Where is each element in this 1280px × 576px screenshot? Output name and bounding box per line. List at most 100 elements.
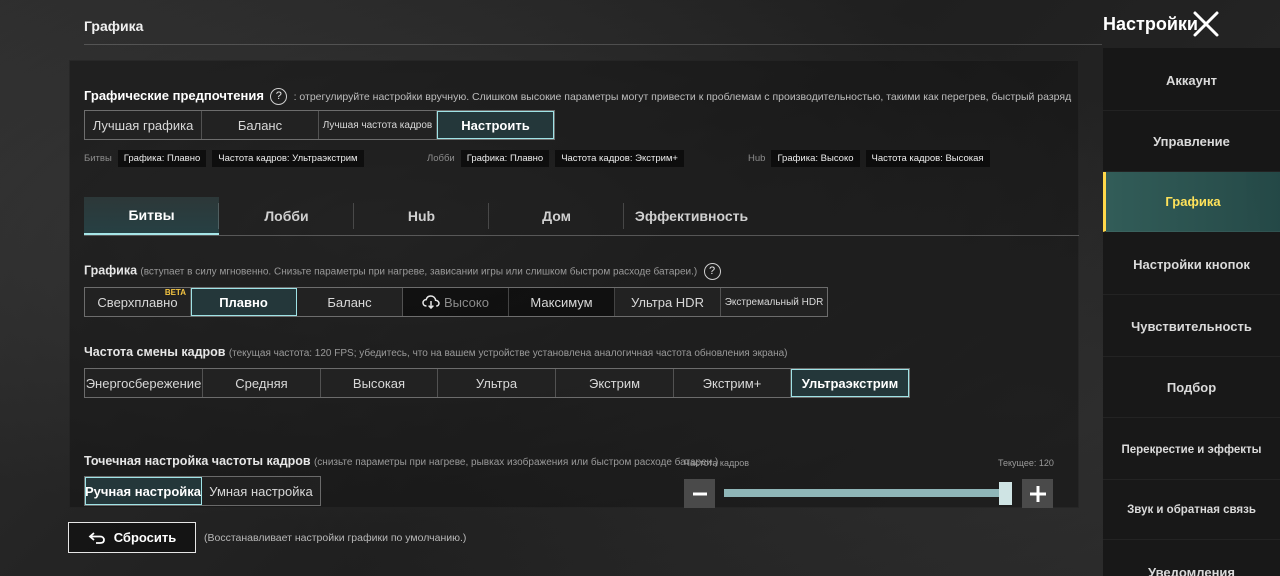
finetune-manual[interactable]: Ручная настройка bbox=[85, 477, 202, 505]
finetune-description: (снизьте параметры при нагреве, рывках и… bbox=[313, 457, 719, 468]
graphics-balance[interactable]: Баланс bbox=[297, 288, 403, 316]
preset-custom[interactable]: Настроить bbox=[437, 111, 554, 139]
framerate-slider-track[interactable] bbox=[724, 489, 1008, 497]
graphics-smooth[interactable]: Плавно bbox=[191, 288, 297, 316]
fps-power-saving[interactable]: Энергосбережение bbox=[85, 369, 203, 397]
sidebar-item-graphics[interactable]: Графика bbox=[1103, 172, 1280, 232]
option-label: Максимум bbox=[530, 294, 593, 310]
framerate-selector: Энергосбережение Средняя Высокая Ультра … bbox=[84, 368, 910, 398]
settings-sidebar: Аккаунт Управление Графика Настройки кно… bbox=[1103, 48, 1280, 576]
option-label: Экстремальный HDR bbox=[724, 296, 824, 308]
sidebar-item-account[interactable]: Аккаунт bbox=[1103, 51, 1280, 111]
sidebar-item-controls[interactable]: Управление bbox=[1103, 112, 1280, 172]
summary-lobby: Лобби Графика: Плавно Частота кадров: Эк… bbox=[427, 150, 684, 167]
tab-lobby[interactable]: Лобби bbox=[219, 197, 354, 235]
summary-chip: Графика: Высоко bbox=[771, 150, 860, 167]
reset-button[interactable]: Сбросить bbox=[68, 522, 196, 553]
tab-home[interactable]: Дом bbox=[489, 197, 624, 235]
slider-fill bbox=[724, 489, 1006, 497]
summary-chip: Частота кадров: Высокая bbox=[865, 150, 990, 167]
close-icon[interactable] bbox=[1192, 10, 1220, 38]
preset-label: Лучшая графика bbox=[92, 117, 194, 133]
fps-ultra[interactable]: Ультра bbox=[438, 369, 556, 397]
preset-balance[interactable]: Баланс bbox=[202, 111, 319, 139]
page-title: Графика bbox=[84, 18, 144, 34]
cloud-download-icon bbox=[422, 295, 440, 309]
option-label: Баланс bbox=[327, 294, 372, 310]
option-label: Экстрим+ bbox=[702, 375, 762, 391]
option-label: Умная настройка bbox=[209, 483, 313, 499]
slider-label: Частота кадров bbox=[684, 458, 750, 468]
preferences-description: : отрегулируйте настройки вручную. Слишк… bbox=[293, 91, 1074, 103]
summary-hub: Hub Графика: Высоко Частота кадров: Высо… bbox=[748, 150, 990, 167]
option-label: Высоко bbox=[444, 294, 489, 310]
graphics-extreme-hdr[interactable]: Экстремальный HDR bbox=[721, 288, 827, 316]
framerate-heading: Частота смены кадров bbox=[84, 345, 226, 359]
fps-extreme[interactable]: Экстрим bbox=[556, 369, 674, 397]
framerate-header: Частота смены кадров (текущая частота: 1… bbox=[84, 345, 788, 359]
graphics-header: Графика (вступает в силу мгновенно. Сниз… bbox=[84, 263, 724, 280]
graphics-quality-selector: Сверхплавно BETA Плавно Баланс Высоко Ма… bbox=[84, 287, 828, 317]
graphics-heading: Графика bbox=[84, 263, 138, 278]
preset-best-graphics[interactable]: Лучшая графика bbox=[85, 111, 202, 139]
fps-high[interactable]: Высокая bbox=[321, 369, 438, 397]
sidebar-item-sensitivity[interactable]: Чувствительность bbox=[1103, 297, 1280, 357]
fps-medium[interactable]: Средняя bbox=[203, 369, 321, 397]
graphics-max[interactable]: Максимум bbox=[509, 288, 615, 316]
mode-tabs: Битвы Лобби Hub Дом Эффективность bbox=[84, 197, 1079, 236]
sidebar-item-crosshair[interactable]: Перекрестие и эффекты bbox=[1103, 420, 1280, 480]
increase-button[interactable] bbox=[1022, 479, 1053, 508]
option-label: Энергосбережение bbox=[85, 375, 202, 391]
graphics-high[interactable]: Высоко bbox=[403, 288, 509, 316]
settings-title: Настройки bbox=[1103, 14, 1198, 34]
tab-efficiency[interactable]: Эффективность bbox=[624, 197, 759, 235]
finetune-smart[interactable]: Умная настройка bbox=[202, 477, 320, 505]
option-label: Ультра HDR bbox=[631, 294, 704, 310]
summary-battles: Битвы Графика: Плавно Частота кадров: Ул… bbox=[84, 150, 364, 167]
preset-label: Лучшая частота кадров bbox=[322, 119, 433, 131]
decrease-button[interactable] bbox=[684, 479, 715, 508]
summary-chip: Графика: Плавно bbox=[460, 150, 550, 167]
reset-note: (Восстанавливает настройки графики по ум… bbox=[204, 532, 467, 544]
option-label: Плавно bbox=[219, 294, 268, 310]
tab-hub[interactable]: Hub bbox=[354, 197, 489, 235]
finetune-header: Точечная настройка частоты кадров (снизь… bbox=[84, 454, 718, 468]
option-label: Ультра bbox=[475, 375, 518, 391]
option-label: Ультраэкстрим bbox=[801, 375, 899, 391]
fps-ultra-extreme[interactable]: Ультраэкстрим bbox=[791, 369, 909, 397]
preferences-header: Графические предпочтения ? : отрегулируй… bbox=[84, 88, 1074, 106]
finetune-mode-selector: Ручная настройка Умная настройка bbox=[84, 476, 321, 506]
preferences-heading: Графические предпочтения bbox=[84, 88, 264, 103]
option-label: Высокая bbox=[352, 375, 406, 391]
title-divider bbox=[84, 44, 1102, 45]
reset-label: Сбросить bbox=[113, 530, 177, 545]
beta-badge: BETA bbox=[164, 288, 186, 297]
sidebar-item-button-settings[interactable]: Настройки кнопок bbox=[1103, 235, 1280, 295]
plus-icon bbox=[1029, 485, 1046, 502]
minus-icon bbox=[692, 492, 707, 495]
graphics-ultra-hdr[interactable]: Ультра HDR bbox=[615, 288, 721, 316]
sidebar-item-notifications[interactable]: Уведомления bbox=[1103, 543, 1280, 576]
summary-label: Битвы bbox=[84, 153, 112, 164]
preset-label: Настроить bbox=[461, 117, 530, 133]
fps-extreme-plus[interactable]: Экстрим+ bbox=[674, 369, 791, 397]
help-icon[interactable]: ? bbox=[270, 88, 288, 106]
preset-label: Баланс bbox=[237, 117, 283, 133]
slider-thumb[interactable] bbox=[998, 482, 1012, 505]
preset-best-fps[interactable]: Лучшая частота кадров bbox=[319, 111, 437, 139]
sidebar-item-sound[interactable]: Звук и обратная связь bbox=[1103, 480, 1280, 540]
graphics-description: (вступает в силу мгновенно. Снизьте пара… bbox=[140, 266, 698, 278]
summary-chip: Частота кадров: Экстрим+ bbox=[555, 150, 684, 167]
slider-current-value: Текущее: 120 bbox=[998, 458, 1054, 468]
option-label: Экстрим bbox=[588, 375, 641, 391]
summary-chip: Частота кадров: Ультраэкстрим bbox=[212, 150, 364, 167]
preset-selector: Лучшая графика Баланс Лучшая частота кад… bbox=[84, 110, 555, 140]
tab-battles[interactable]: Битвы bbox=[84, 197, 219, 235]
summary-label: Лобби bbox=[427, 153, 455, 164]
help-icon[interactable]: ? bbox=[703, 263, 721, 280]
finetune-heading: Точечная настройка частоты кадров bbox=[84, 454, 311, 468]
sidebar-item-matchmaking[interactable]: Подбор bbox=[1103, 358, 1280, 418]
summary-label: Hub bbox=[748, 153, 766, 164]
framerate-description: (текущая частота: 120 FPS; убедитесь, чт… bbox=[228, 348, 788, 359]
graphics-ultra-smooth[interactable]: Сверхплавно BETA bbox=[85, 288, 191, 316]
